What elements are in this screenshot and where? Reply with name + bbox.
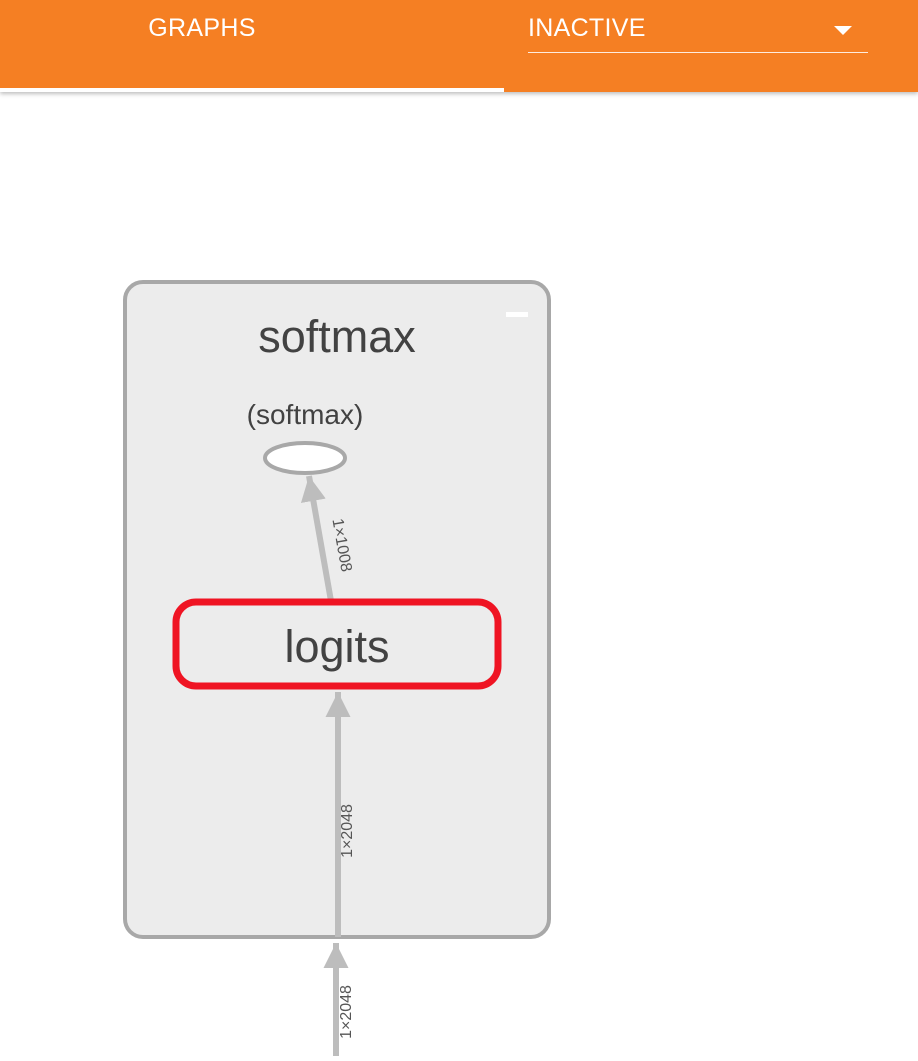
graph-canvas[interactable]: softmax (softmax) 1×1008 1×2048 logits 1…	[0, 92, 918, 1056]
graph-svg: softmax (softmax) 1×1008 1×2048 logits 1…	[123, 280, 551, 1056]
edge-label-inner-1x2048: 1×2048	[339, 804, 356, 858]
logits-label: logits	[284, 621, 389, 672]
edge-label-outer-1x2048: 1×2048	[338, 985, 355, 1039]
run-select-dropdown[interactable]: INACTIVE	[528, 10, 868, 53]
minus-icon[interactable]	[506, 312, 528, 317]
tab-graphs-label: GRAPHS	[148, 14, 256, 42]
run-select-value: INACTIVE	[528, 14, 646, 42]
group-title: softmax	[258, 311, 416, 362]
top-toolbar: GRAPHS INACTIVE	[0, 0, 918, 92]
softmax-op-label: (softmax)	[247, 399, 364, 430]
softmax-op-node[interactable]	[263, 441, 347, 475]
caret-down-icon	[834, 26, 852, 35]
tab-graphs[interactable]: GRAPHS	[0, 0, 504, 92]
